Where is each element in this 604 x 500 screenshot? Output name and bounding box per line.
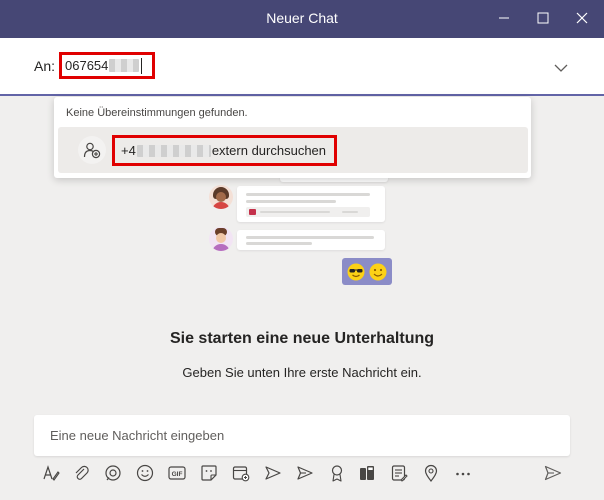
sticker-button[interactable] — [198, 462, 220, 484]
more-icon — [456, 472, 470, 476]
search-prefix: +4 — [121, 143, 136, 158]
avatar — [209, 227, 233, 251]
maximize-icon — [537, 12, 549, 24]
more-options-button[interactable] — [452, 462, 474, 484]
recipient-input[interactable]: 067654 — [59, 52, 155, 79]
apps-icon — [360, 466, 374, 480]
loop-button[interactable] — [102, 462, 124, 484]
message-compose-box[interactable] — [34, 415, 570, 456]
recipient-value: 067654 — [65, 58, 109, 73]
format-button[interactable] — [40, 462, 62, 484]
emoji-reaction — [342, 258, 392, 285]
compose-toolbar: GIF — [34, 460, 570, 488]
smile-emoji-icon — [369, 263, 387, 281]
praise-button[interactable] — [326, 462, 348, 484]
expand-button[interactable] — [553, 60, 569, 78]
minimize-button[interactable] — [487, 0, 521, 36]
schedule-meeting-icon — [232, 466, 250, 482]
send-mode-icon — [297, 466, 313, 480]
send-button[interactable] — [542, 462, 564, 484]
recipient-bar: An: 067654 — [0, 38, 604, 96]
stream-icon — [265, 466, 281, 480]
attach-icon — [75, 465, 89, 480]
emoji-icon — [136, 464, 154, 482]
sunglasses-emoji-icon — [347, 263, 365, 281]
loop-icon — [105, 465, 121, 481]
send-mode-button[interactable] — [294, 462, 316, 484]
emoji-button[interactable] — [134, 462, 156, 484]
avatar — [209, 185, 233, 209]
redacted-text — [109, 59, 140, 72]
close-button[interactable] — [565, 0, 599, 36]
close-icon — [576, 12, 588, 24]
to-label: An: — [34, 58, 56, 74]
minimize-icon — [499, 17, 509, 19]
search-suffix: extern durchsuchen — [211, 143, 327, 158]
praise-icon — [331, 465, 343, 482]
attach-button[interactable] — [70, 462, 92, 484]
tasks-icon — [391, 465, 408, 482]
gif-button[interactable]: GIF — [166, 462, 188, 484]
no-results-message: Keine Übereinstimmungen gefunden. — [66, 107, 248, 119]
tasks-button[interactable] — [388, 462, 410, 484]
chevron-down-icon — [554, 64, 568, 72]
stream-button[interactable] — [262, 462, 284, 484]
apps-button[interactable] — [356, 462, 378, 484]
send-icon — [544, 465, 562, 481]
text-caret — [141, 57, 143, 74]
gif-icon: GIF — [168, 466, 186, 480]
sticker-icon — [201, 465, 217, 481]
svg-text:GIF: GIF — [172, 471, 183, 478]
empty-state-subtext: Geben Sie unten Ihre erste Nachricht ein… — [182, 365, 422, 380]
suggestion-dropdown: Keine Übereinstimmungen gefunden. +4 ext… — [54, 97, 531, 178]
maximize-button[interactable] — [526, 0, 560, 36]
add-person-icon — [78, 136, 106, 164]
schedule-meeting-button[interactable] — [230, 462, 252, 484]
search-externally-label[interactable]: +4 extern durchsuchen — [112, 135, 338, 166]
message-input[interactable] — [34, 415, 570, 456]
title-bar: Neuer Chat — [0, 0, 604, 38]
format-icon — [43, 465, 60, 481]
redacted-text — [136, 144, 211, 157]
search-externally-option[interactable]: +4 extern durchsuchen — [58, 127, 528, 173]
empty-chat-illustration — [200, 168, 400, 293]
empty-state-heading: Sie starten eine neue Unterhaltung — [169, 330, 435, 347]
